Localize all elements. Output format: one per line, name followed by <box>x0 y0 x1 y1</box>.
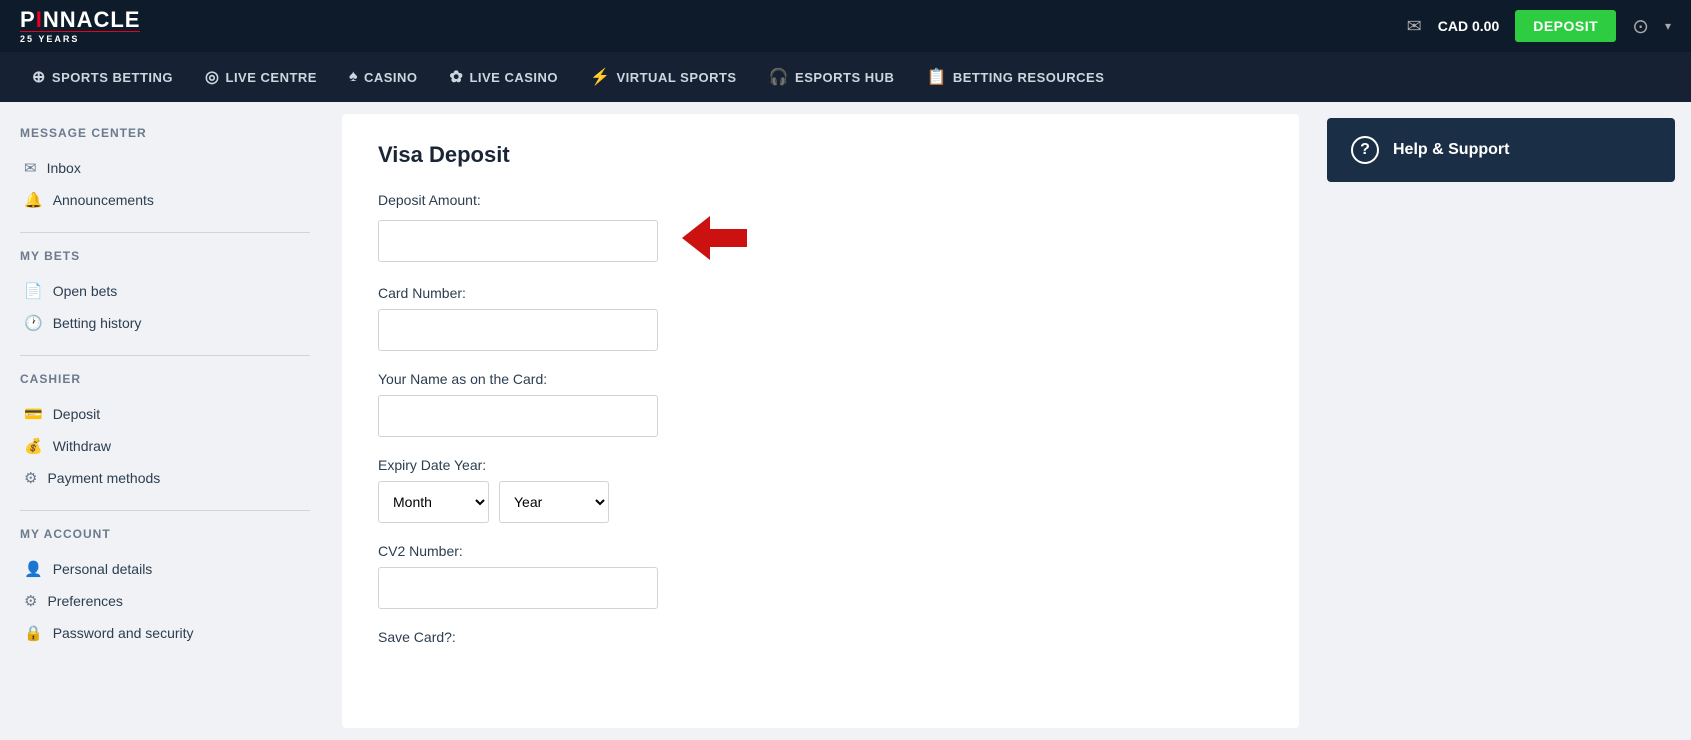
my-bets-title: MY BETS <box>20 249 310 263</box>
sidebar-item-withdraw[interactable]: 💰 Withdraw <box>20 430 310 462</box>
deposit-amount-label: Deposit Amount: <box>378 192 1263 208</box>
betting-resources-icon: 📋 <box>926 67 946 87</box>
nav-label-betting-resources: BETTING RESOURCES <box>953 70 1105 85</box>
sidebar-item-inbox[interactable]: ✉ Inbox <box>20 152 310 184</box>
personal-details-icon: 👤 <box>24 560 43 578</box>
nav-item-esports-hub[interactable]: 🎧 ESPORTS HUB <box>757 52 907 102</box>
sidebar-item-betting-history[interactable]: 🕐 Betting history <box>20 307 310 339</box>
deposit-amount-group: Deposit Amount: <box>378 192 1263 265</box>
sidebar-item-open-bets[interactable]: 📄 Open bets <box>20 275 310 307</box>
card-number-group: Card Number: <box>378 285 1263 351</box>
expiry-month-select[interactable]: MonthJanuaryFebruaryMarchAprilMayJuneJul… <box>378 481 489 523</box>
account-icon[interactable]: ⊙ <box>1632 14 1649 39</box>
sidebar-label-inbox: Inbox <box>47 160 81 176</box>
sidebar-label-personal-details: Personal details <box>53 561 153 577</box>
right-panel: ? Help & Support <box>1311 102 1691 740</box>
inbox-icon: ✉ <box>24 159 37 177</box>
open-bets-icon: 📄 <box>24 282 43 300</box>
logo-pinnacle: PINNACLE <box>20 9 140 31</box>
nav-label-live-casino: LIVE CASINO <box>469 70 558 85</box>
logo-years: 25 YEARS <box>20 31 140 44</box>
main-nav: ⊕ SPORTS BETTING ◎ LIVE CENTRE ♠ CASINO … <box>0 52 1691 102</box>
nav-item-live-centre[interactable]: ◎ LIVE CENTRE <box>193 52 329 102</box>
help-support-button[interactable]: ? Help & Support <box>1327 118 1675 182</box>
expiry-row: MonthJanuaryFebruaryMarchAprilMayJuneJul… <box>378 481 1263 523</box>
save-card-label: Save Card?: <box>378 629 1263 645</box>
cv2-number-label: CV2 Number: <box>378 543 1263 559</box>
sidebar-item-announcements[interactable]: 🔔 Announcements <box>20 184 310 216</box>
sidebar-label-open-bets: Open bets <box>53 283 118 299</box>
sidebar-divider-3 <box>20 510 310 511</box>
sidebar-item-payment-methods[interactable]: ⚙ Payment methods <box>20 462 310 494</box>
sports-betting-icon: ⊕ <box>32 67 46 87</box>
sidebar-label-announcements: Announcements <box>53 192 154 208</box>
live-casino-icon: ✿ <box>450 67 464 87</box>
sidebar: MESSAGE CENTER ✉ Inbox 🔔 Announcements M… <box>0 102 330 740</box>
card-number-label: Card Number: <box>378 285 1263 301</box>
sidebar-label-deposit: Deposit <box>53 406 100 422</box>
red-arrow-indicator <box>682 216 747 265</box>
sidebar-label-password-security: Password and security <box>53 625 194 641</box>
message-icon[interactable]: ✉ <box>1407 16 1422 37</box>
nav-label-casino: CASINO <box>364 70 418 85</box>
sidebar-item-preferences[interactable]: ⚙ Preferences <box>20 585 310 617</box>
nav-item-virtual-sports[interactable]: ⚡ VIRTUAL SPORTS <box>578 52 749 102</box>
sidebar-label-withdraw: Withdraw <box>53 438 111 454</box>
sidebar-label-payment-methods: Payment methods <box>47 470 160 486</box>
sidebar-item-deposit[interactable]: 💳 Deposit <box>20 398 310 430</box>
dropdown-arrow-icon[interactable]: ▾ <box>1665 19 1671 33</box>
deposit-button[interactable]: DEPOSIT <box>1515 10 1616 42</box>
expiry-year-select[interactable]: Year2024202520262027202820292030 <box>499 481 609 523</box>
top-bar: PINNACLE 25 YEARS ✉ CAD 0.00 DEPOSIT ⊙ ▾ <box>0 0 1691 52</box>
deposit-icon: 💳 <box>24 405 43 423</box>
nav-label-virtual-sports: VIRTUAL SPORTS <box>616 70 736 85</box>
expiry-date-group: Expiry Date Year: MonthJanuaryFebruaryMa… <box>378 457 1263 523</box>
balance-display: CAD 0.00 <box>1438 18 1499 34</box>
sidebar-label-betting-history: Betting history <box>53 315 142 331</box>
message-center-title: MESSAGE CENTER <box>20 126 310 140</box>
name-on-card-label: Your Name as on the Card: <box>378 371 1263 387</box>
esports-hub-icon: 🎧 <box>769 67 789 87</box>
content-area: MESSAGE CENTER ✉ Inbox 🔔 Announcements M… <box>0 102 1691 740</box>
live-centre-icon: ◎ <box>205 67 219 87</box>
main-inner: Visa Deposit Deposit Amount: Card Num <box>342 114 1299 728</box>
nav-item-live-casino[interactable]: ✿ LIVE CASINO <box>438 52 570 102</box>
save-card-group: Save Card?: <box>378 629 1263 645</box>
nav-label-live-centre: LIVE CENTRE <box>226 70 317 85</box>
nav-item-betting-resources[interactable]: 📋 BETTING RESOURCES <box>914 52 1116 102</box>
nav-item-casino[interactable]: ♠ CASINO <box>337 52 430 102</box>
casino-icon: ♠ <box>349 68 358 86</box>
sidebar-divider-2 <box>20 355 310 356</box>
betting-history-icon: 🕐 <box>24 314 43 332</box>
withdraw-icon: 💰 <box>24 437 43 455</box>
nav-item-sports-betting[interactable]: ⊕ SPORTS BETTING <box>20 52 185 102</box>
my-account-title: MY ACCOUNT <box>20 527 310 541</box>
top-bar-right: ✉ CAD 0.00 DEPOSIT ⊙ ▾ <box>1407 10 1671 42</box>
main-content: Visa Deposit Deposit Amount: Card Num <box>342 114 1299 728</box>
logo: PINNACLE 25 YEARS <box>20 9 140 44</box>
card-number-input[interactable] <box>378 309 658 351</box>
cashier-title: CASHIER <box>20 372 310 386</box>
sidebar-label-preferences: Preferences <box>47 593 122 609</box>
deposit-amount-input[interactable] <box>378 220 658 262</box>
payment-methods-icon: ⚙ <box>24 469 37 487</box>
cv2-number-group: CV2 Number: <box>378 543 1263 609</box>
nav-label-esports-hub: ESPORTS HUB <box>795 70 894 85</box>
red-arrow-svg <box>682 216 747 260</box>
help-support-label: Help & Support <box>1393 141 1509 159</box>
name-on-card-input[interactable] <box>378 395 658 437</box>
sidebar-item-password-security[interactable]: 🔒 Password and security <box>20 617 310 649</box>
nav-label-sports-betting: SPORTS BETTING <box>52 70 173 85</box>
password-security-icon: 🔒 <box>24 624 43 642</box>
expiry-date-label: Expiry Date Year: <box>378 457 1263 473</box>
cv2-number-input[interactable] <box>378 567 658 609</box>
preferences-icon: ⚙ <box>24 592 37 610</box>
help-icon: ? <box>1351 136 1379 164</box>
announcements-icon: 🔔 <box>24 191 43 209</box>
virtual-sports-icon: ⚡ <box>590 67 610 87</box>
form-title: Visa Deposit <box>378 142 1263 168</box>
name-on-card-group: Your Name as on the Card: <box>378 371 1263 437</box>
sidebar-item-personal-details[interactable]: 👤 Personal details <box>20 553 310 585</box>
sidebar-divider-1 <box>20 232 310 233</box>
